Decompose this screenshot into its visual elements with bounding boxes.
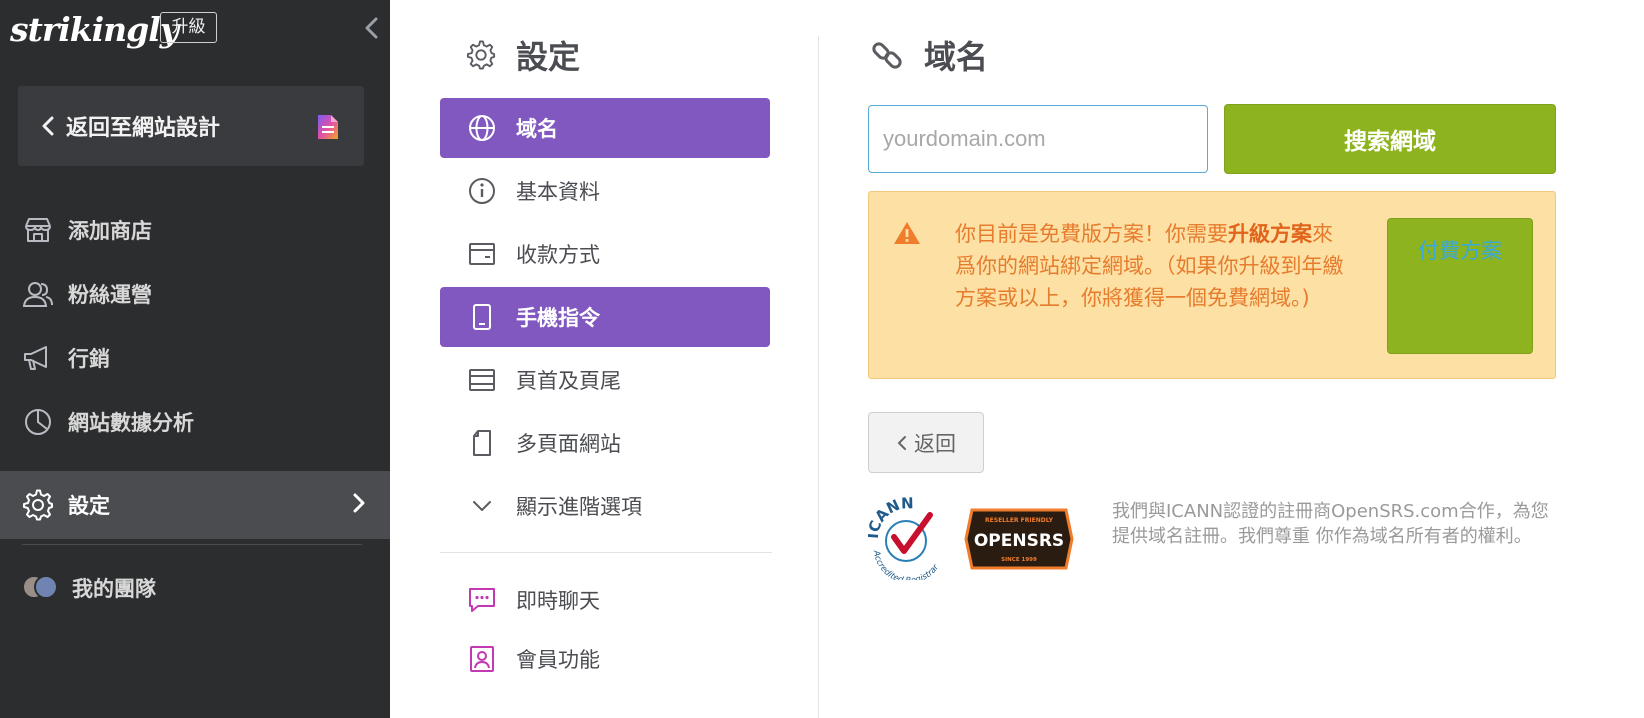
warning-icon — [894, 222, 920, 244]
megaphone-icon — [22, 342, 54, 374]
chat-icon — [468, 586, 496, 614]
sidebar-item-label: 設定 — [68, 494, 110, 518]
chevron-right-icon — [353, 493, 365, 513]
gear-icon — [466, 40, 496, 70]
domain-panel: 域名 搜索網域 你目前是免費版方案！你需要升級方案來爲你的網站綁定網域。（如果你… — [868, 0, 1568, 718]
sidebar-item-label: 我的團隊 — [72, 577, 156, 601]
chevron-left-icon — [42, 116, 54, 136]
column-divider — [818, 36, 819, 718]
sidebar-item-fans[interactable]: 粉絲運營 — [0, 262, 390, 326]
chevron-down-icon — [468, 492, 496, 520]
svg-text:Accredited Registrar: Accredited Registrar — [871, 549, 942, 580]
collapse-sidebar-icon[interactable] — [362, 16, 382, 40]
info-icon — [468, 177, 496, 205]
settings-item-domain[interactable]: 域名 — [440, 98, 770, 158]
icann-logo: ICANN Accredited Registrar — [868, 495, 942, 580]
settings-item-payment[interactable]: 收款方式 — [440, 224, 770, 284]
member-icon — [468, 645, 496, 673]
settings-item-basic-info[interactable]: 基本資料 — [440, 161, 770, 221]
search-domain-button[interactable]: 搜索網域 — [1224, 104, 1556, 174]
sidebar-item-label: 行銷 — [68, 347, 110, 371]
sidebar-item-label: 網站數據分析 — [68, 411, 194, 435]
strikingly-logo[interactable]: strikingly — [10, 10, 179, 49]
paid-plan-button[interactable]: 付費方案 — [1387, 218, 1533, 354]
settings-menu: 設定 域名 基本資料 收款方式 手機指令 頁首及頁尾 多頁面網站 顯示進階選項 … — [440, 0, 772, 718]
settings-item-label: 顯示進階選項 — [516, 495, 642, 519]
upgrade-notice: 你目前是免費版方案！你需要升級方案來爲你的網站綁定網域。（如果你升級到年繳方案或… — [868, 191, 1556, 379]
pages-icon — [468, 429, 496, 457]
upgrade-plan-link[interactable]: 升級方案 — [1228, 222, 1312, 246]
sidebar-item-marketing[interactable]: 行銷 — [0, 326, 390, 390]
globe-icon — [468, 114, 496, 142]
svg-text:SINCE 1999: SINCE 1999 — [1001, 557, 1037, 563]
link-icon — [872, 42, 902, 69]
mobile-icon — [468, 303, 496, 331]
chevron-left-icon — [897, 435, 906, 450]
store-icon — [22, 214, 54, 246]
settings-item-label: 域名 — [516, 117, 558, 141]
users-icon — [22, 278, 54, 310]
svg-text:RESELLER FRIENDLY: RESELLER FRIENDLY — [985, 517, 1054, 524]
domain-search-input[interactable] — [868, 105, 1208, 173]
back-label: 返回 — [914, 431, 956, 456]
settings-item-label: 頁首及頁尾 — [516, 369, 621, 393]
layout-icon — [468, 366, 496, 394]
settings-item-label: 會員功能 — [516, 648, 600, 672]
sidebar-item-settings[interactable]: 設定 — [0, 471, 390, 539]
page-title: 設定 — [516, 38, 581, 76]
document-icon — [318, 115, 338, 139]
opensrs-logo: RESELLER FRIENDLY OPENSRS SINCE 1999 — [964, 508, 1074, 570]
settings-heading: 設定 — [466, 32, 580, 78]
settings-item-membership[interactable]: 會員功能 — [440, 629, 770, 689]
sidebar-item-label: 粉絲運營 — [68, 283, 152, 307]
sidebar-item-team[interactable]: 我的團隊 — [0, 556, 390, 620]
panel-title: 域名 — [924, 38, 989, 76]
wallet-icon — [468, 240, 496, 268]
settings-item-header-footer[interactable]: 頁首及頁尾 — [440, 350, 770, 410]
settings-item-label: 即時聊天 — [516, 589, 600, 613]
back-button[interactable]: 返回 — [868, 412, 984, 473]
upgrade-badge[interactable]: 升級 — [160, 12, 217, 43]
sidebar-divider — [22, 544, 362, 545]
back-to-design-label: 返回至網站設計 — [66, 116, 221, 141]
svg-text:OPENSRS: OPENSRS — [974, 531, 1064, 551]
settings-item-label: 基本資料 — [516, 180, 600, 204]
notice-text: 你目前是免費版方案！你需要 — [955, 222, 1228, 246]
sidebar-item-analytics[interactable]: 網站數據分析 — [0, 390, 390, 454]
settings-item-mobile[interactable]: 手機指令 — [440, 287, 770, 347]
svg-text:ICANN: ICANN — [868, 495, 914, 539]
registrar-note: 我們與ICANN認證的註冊商OpenSRS.com合作，為您提供域名註冊。我們尊… — [1112, 501, 1549, 547]
avatar — [34, 575, 58, 599]
settings-item-label: 多頁面網站 — [516, 432, 621, 456]
team-avatars — [22, 575, 58, 601]
notice-message: 你目前是免費版方案！你需要升級方案來爲你的網站綁定網域。（如果你升級到年繳方案或… — [955, 218, 1347, 314]
sidebar-item-store[interactable]: 添加商店 — [0, 198, 390, 262]
settings-item-live-chat[interactable]: 即時聊天 — [440, 570, 770, 630]
show-advanced-options[interactable]: 顯示進階選項 — [440, 476, 770, 536]
settings-item-multipage[interactable]: 多頁面網站 — [440, 413, 770, 473]
domain-heading: 域名 — [870, 32, 988, 78]
back-to-design-button[interactable]: 返回至網站設計 — [18, 86, 364, 166]
sidebar-item-label: 添加商店 — [68, 219, 152, 243]
menu-divider — [440, 552, 772, 553]
left-sidebar: strikingly 升級 返回至網站設計 添加商店 粉絲運營 行銷 網站數據分… — [0, 0, 390, 718]
pie-chart-icon — [22, 406, 54, 438]
settings-item-label: 收款方式 — [516, 243, 600, 267]
settings-item-label: 手機指令 — [516, 306, 600, 330]
gear-icon — [22, 489, 54, 521]
